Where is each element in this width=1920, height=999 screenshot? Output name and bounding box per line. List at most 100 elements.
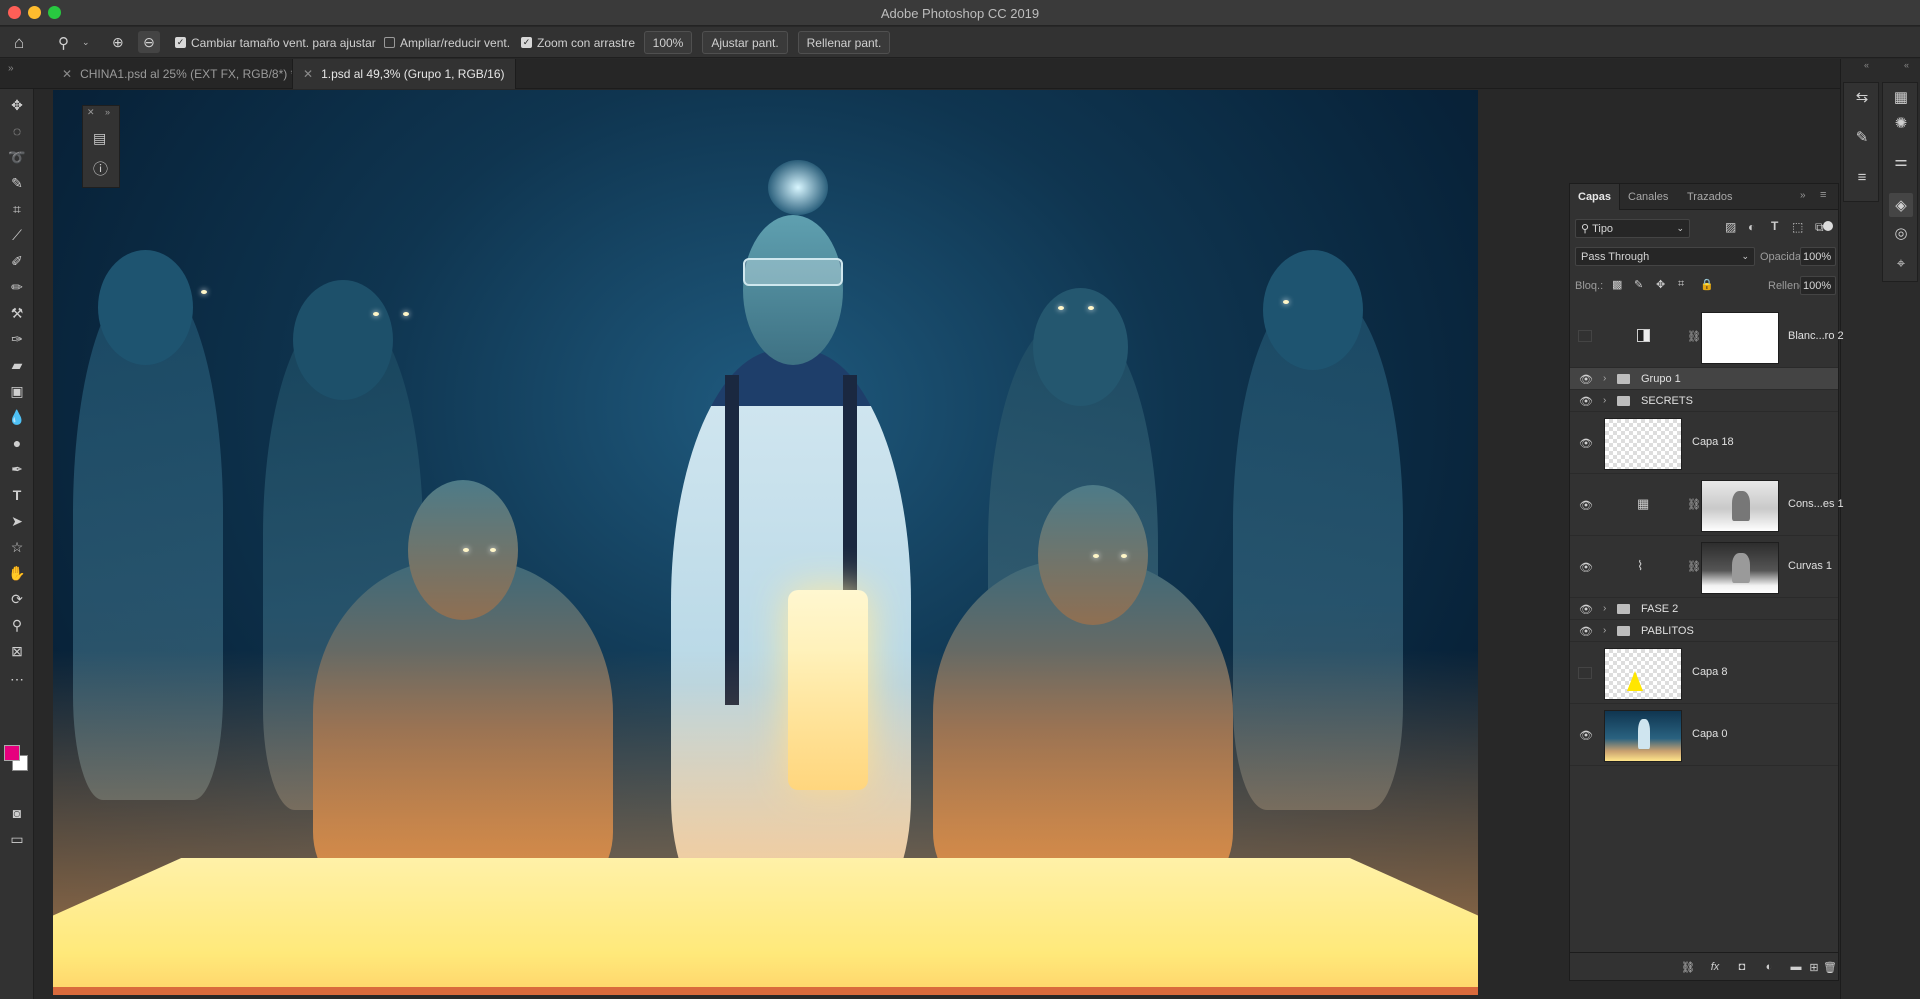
tab-china1[interactable]: ✕ CHINA1.psd al 25% (EXT FX, RGB/8*) * — [52, 59, 295, 89]
channels-panel-icon[interactable]: ◎ — [1891, 223, 1911, 243]
canvas-area[interactable] — [35, 90, 1565, 999]
zoom-out-icon[interactable]: ⊖ — [138, 31, 160, 53]
resize-windows-checkbox[interactable]: ✓ — [175, 37, 186, 48]
layer-name[interactable]: SECRETS — [1641, 395, 1693, 407]
visibility-toggle-off[interactable] — [1578, 330, 1592, 342]
link-icon[interactable]: ⛓ — [1687, 498, 1701, 511]
quick-select-tool-icon[interactable]: ✎ — [7, 173, 27, 193]
link-layers-icon[interactable]: ⛓ — [1680, 959, 1696, 975]
path-select-tool-icon[interactable]: ➤ — [7, 511, 27, 531]
rotate-view-tool-icon[interactable]: ⟳ — [7, 589, 27, 609]
eye-icon[interactable]: 👁 — [1578, 499, 1594, 512]
eye-icon[interactable]: 👁 — [1578, 561, 1594, 574]
eye-icon[interactable]: 👁 — [1578, 395, 1594, 408]
layer-name[interactable]: PABLITOS — [1641, 625, 1694, 637]
layer-row[interactable]: Capa 8 — [1570, 642, 1838, 704]
chevron-down-icon[interactable]: ⌄ — [82, 27, 90, 58]
chevron-right-icon[interactable]: › — [1603, 395, 1606, 406]
visibility-toggle-off[interactable] — [1578, 667, 1592, 679]
properties-icon[interactable]: ▤ — [93, 130, 106, 147]
grid-panel-icon[interactable]: ▦ — [1891, 87, 1911, 107]
eye-icon[interactable]: 👁 — [1578, 625, 1594, 638]
link-icon[interactable]: ⛓ — [1687, 330, 1701, 343]
zoom-in-icon[interactable]: ⊕ — [112, 27, 124, 58]
close-icon[interactable]: ✕ — [87, 107, 95, 118]
chevron-right-icon[interactable]: › — [1603, 603, 1606, 614]
collapse-dock-icon[interactable]: « — [1904, 60, 1909, 70]
layer-name[interactable]: Capa 8 — [1692, 666, 1727, 678]
blend-mode-select[interactable]: Pass Through ⌄ — [1575, 247, 1755, 266]
layer-name[interactable]: Curvas 1 — [1788, 560, 1832, 572]
lock-artboard-icon[interactable]: ⌗ — [1678, 278, 1684, 291]
filter-pixel-icon[interactable]: ▨ — [1725, 220, 1736, 234]
fit-screen-button[interactable]: Ajustar pant. — [702, 31, 788, 54]
history-panel-icon[interactable]: ⇆ — [1852, 87, 1872, 107]
layer-row[interactable]: 👁 › FASE 2 — [1570, 598, 1838, 620]
move-tool-icon[interactable]: ✥ — [7, 95, 27, 115]
history-brush-tool-icon[interactable]: ✑ — [7, 329, 27, 349]
zoom-value-field[interactable]: 100% — [644, 31, 692, 54]
pen-tool-icon[interactable]: ✒ — [7, 459, 27, 479]
layer-thumbnail[interactable] — [1604, 648, 1682, 700]
opacity-field[interactable]: 100% — [1800, 247, 1836, 266]
eye-icon[interactable]: 👁 — [1578, 603, 1594, 616]
frame-tool-icon[interactable]: ⊠ — [7, 641, 27, 661]
collapse-dock-icon[interactable]: « — [1864, 60, 1869, 70]
layer-row[interactable]: ⛓ Blanc...ro 2 — [1570, 306, 1844, 368]
eye-icon[interactable]: 👁 — [1578, 373, 1594, 386]
actions-panel-icon[interactable]: ≡ — [1852, 167, 1872, 187]
layer-mask-thumbnail[interactable] — [1701, 312, 1779, 364]
layer-row[interactable]: 👁 Capa 0 — [1570, 704, 1838, 766]
chevron-right-icon[interactable]: › — [1603, 625, 1606, 636]
shape-tool-icon[interactable]: ☆ — [7, 537, 27, 557]
clone-stamp-tool-icon[interactable]: ⚒ — [7, 303, 27, 323]
layer-mask-thumbnail[interactable] — [1701, 480, 1779, 532]
layer-row[interactable]: 👁 ▦ ⛓ Cons...es 1 — [1570, 474, 1844, 536]
lasso-tool-icon[interactable]: ➰ — [7, 147, 27, 167]
scrubby-zoom-option[interactable]: ✓ Zoom con arrastre — [521, 27, 635, 58]
layer-row[interactable]: 👁 › Grupo 1 — [1570, 368, 1838, 390]
fx-icon[interactable]: fx — [1707, 959, 1723, 975]
type-tool-icon[interactable]: T — [7, 485, 27, 505]
dodge-tool-icon[interactable]: ● — [7, 433, 27, 453]
brush-tool-icon[interactable]: ✏ — [7, 277, 27, 297]
new-adjustment-icon[interactable]: ◐ — [1761, 959, 1777, 975]
layer-row[interactable]: 👁 › PABLITOS — [1570, 620, 1838, 642]
chevron-right-icon[interactable]: › — [1603, 373, 1606, 384]
lock-transparency-icon[interactable]: ▩ — [1612, 278, 1622, 291]
layer-name[interactable]: Grupo 1 — [1641, 373, 1681, 385]
layer-row[interactable]: 👁 Capa 18 — [1570, 412, 1838, 474]
hand-tool-icon[interactable]: ✋ — [7, 563, 27, 583]
blur-tool-icon[interactable]: 💧 — [7, 407, 27, 427]
quick-mask-icon[interactable]: ◙ — [7, 803, 27, 823]
filter-toggle-icon[interactable] — [1823, 221, 1833, 231]
tab-paths[interactable]: Trazados — [1687, 184, 1732, 210]
adjustments-panel-icon[interactable]: ⚌ — [1891, 151, 1911, 171]
scrubby-zoom-checkbox[interactable]: ✓ — [521, 37, 532, 48]
lock-all-icon[interactable]: 🔒 — [1700, 278, 1714, 291]
eye-icon[interactable]: 👁 — [1578, 729, 1594, 742]
layers-panel-icon[interactable]: ◈ — [1889, 193, 1913, 217]
layer-name[interactable]: FASE 2 — [1641, 603, 1678, 615]
tab-channels[interactable]: Canales — [1628, 184, 1668, 210]
foreground-color-swatch[interactable] — [4, 745, 20, 761]
layer-row[interactable]: 👁 › SECRETS — [1570, 390, 1838, 412]
filter-adjustment-icon[interactable]: ◐ — [1748, 220, 1755, 234]
layer-filter-select[interactable]: ⚲ Tipo ⌄ — [1575, 219, 1690, 238]
eraser-tool-icon[interactable]: ▰ — [7, 355, 27, 375]
tab-1psd[interactable]: ✕ 1.psd al 49,3% (Grupo 1, RGB/16) — [292, 59, 516, 89]
crop-tool-icon[interactable]: ⌗ — [7, 199, 27, 219]
resize-windows-option[interactable]: ✓ Cambiar tamaño vent. para ajustar — [175, 27, 376, 58]
new-layer-icon[interactable]: ⊞ — [1806, 959, 1822, 975]
close-tab-icon[interactable]: ✕ — [303, 67, 313, 81]
fill-screen-button[interactable]: Rellenar pant. — [798, 31, 890, 54]
more-tools-icon[interactable]: ⋯ — [7, 669, 27, 689]
collapse-panel-icon[interactable]: » — [1800, 190, 1806, 201]
eyedropper-tool-icon[interactable]: ⟋ — [7, 225, 27, 245]
info-icon[interactable]: ⓘ — [93, 158, 108, 179]
layer-thumbnail[interactable] — [1604, 418, 1682, 470]
fill-field[interactable]: 100% — [1800, 276, 1836, 295]
tab-layers[interactable]: Capas — [1570, 184, 1621, 210]
zoom-all-option[interactable]: Ampliar/reducir vent. — [384, 27, 510, 58]
collapse-toolbar-icon[interactable]: » — [8, 63, 14, 74]
